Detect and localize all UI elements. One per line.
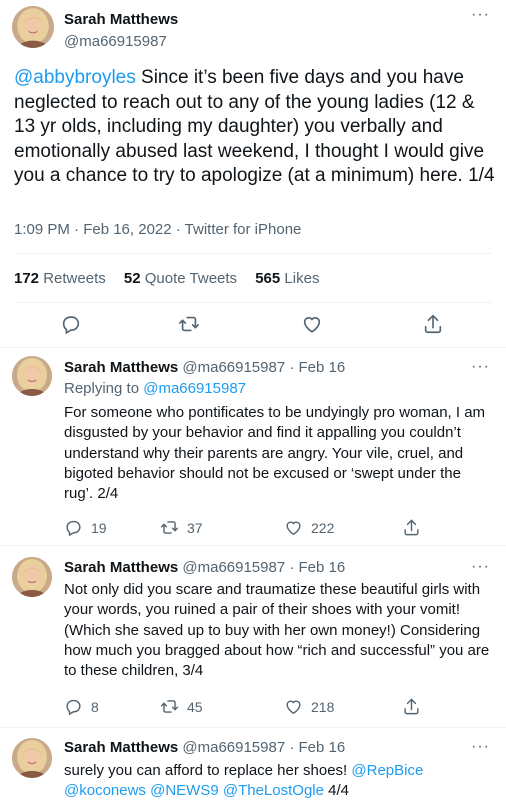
likes-count: 565 — [255, 270, 281, 287]
more-options-icon[interactable]: ··· — [471, 739, 490, 755]
mention-link[interactable]: @ma66915987 — [143, 380, 246, 397]
reply-icon[interactable] — [60, 313, 82, 335]
reply-text: For someone who pontificates to be undyi… — [64, 404, 486, 503]
retweet-action[interactable]: 37 — [160, 518, 203, 537]
retweet-icon — [160, 521, 179, 534]
retweet-action[interactable]: 45 — [160, 697, 203, 716]
reply-icon — [66, 699, 81, 716]
handle-date[interactable]: @ma66915987 · Feb 16 — [182, 739, 345, 756]
like-action[interactable]: 218 — [284, 697, 334, 716]
like-icon[interactable] — [301, 313, 323, 335]
more-options-icon[interactable]: ··· — [471, 7, 490, 23]
share-action[interactable] — [402, 697, 429, 716]
reply-action[interactable]: 8 — [64, 697, 99, 716]
tweet-stats: 172 Retweets 52 Quote Tweets 565 Likes — [14, 270, 333, 287]
like-count: 222 — [311, 519, 335, 536]
quotes-stat[interactable]: 52 Quote Tweets — [124, 270, 237, 287]
retweets-count: 172 — [14, 270, 40, 287]
author-name[interactable]: Sarah Matthews — [64, 739, 178, 756]
reply-text-suffix: 4/4 — [323, 782, 350, 800]
mention-link[interactable]: @abbybroyles — [14, 67, 136, 88]
reply-header: Sarah Matthews @ma66915987 · Feb 16 — [64, 739, 345, 756]
reply-count: 8 — [91, 698, 99, 715]
like-icon — [286, 521, 301, 536]
reply-count: 19 — [91, 519, 107, 536]
like-action[interactable]: 222 — [284, 518, 334, 537]
more-options-icon[interactable]: ··· — [471, 359, 490, 375]
reply-header: Sarah Matthews @ma66915987 · Feb 16 — [64, 359, 345, 376]
retweet-icon — [160, 700, 179, 713]
author-handle[interactable]: @ma66915987 — [64, 33, 167, 50]
share-icon — [404, 698, 419, 715]
avatar[interactable] — [12, 6, 54, 48]
reply-tweet[interactable]: Sarah Matthews @ma66915987 · Feb 16 ··· … — [0, 728, 506, 805]
more-options-icon[interactable]: ··· — [471, 559, 490, 575]
author-name[interactable]: Sarah Matthews — [64, 359, 178, 376]
handle-date[interactable]: @ma66915987 · Feb 16 — [182, 359, 345, 376]
replying-prefix: Replying to — [64, 380, 144, 397]
reply-icon — [66, 520, 81, 537]
main-tweet: Sarah Matthews @ma66915987 ··· @abbybroy… — [0, 0, 506, 348]
reply-header: Sarah Matthews @ma66915987 · Feb 16 — [64, 559, 345, 576]
replying-to: Replying to @ma66915987 — [64, 380, 246, 397]
author-name[interactable]: Sarah Matthews — [64, 11, 178, 28]
retweet-count: 37 — [187, 519, 203, 536]
retweets-label: Retweets — [43, 270, 106, 287]
likes-stat[interactable]: 565 Likes — [255, 270, 319, 287]
reply-tweet[interactable]: Sarah Matthews @ma66915987 · Feb 16 ··· … — [0, 348, 506, 546]
avatar[interactable] — [12, 356, 52, 396]
likes-label: Likes — [284, 270, 320, 287]
retweets-stat[interactable]: 172 Retweets — [14, 270, 106, 287]
like-icon — [286, 700, 301, 715]
handle-date[interactable]: @ma66915987 · Feb 16 — [182, 559, 345, 576]
quotes-label: Quote Tweets — [144, 270, 238, 287]
reply-action[interactable]: 19 — [64, 518, 107, 537]
reply-tweet[interactable]: Sarah Matthews @ma66915987 · Feb 16 ··· … — [0, 546, 506, 728]
mention-link[interactable]: @NEWS9 — [150, 782, 219, 799]
divider — [14, 302, 492, 303]
retweet-count: 45 — [187, 698, 203, 715]
tweet-meta[interactable]: 1:09 PM · Feb 16, 2022 · Twitter for iPh… — [14, 221, 301, 238]
divider — [14, 253, 492, 254]
reply-text: surely you can afford to replace her sho… — [64, 761, 494, 802]
quotes-count: 52 — [123, 270, 141, 287]
mention-link[interactable]: @RepBice — [351, 762, 423, 779]
like-count: 218 — [311, 698, 335, 715]
reply-text-prefix: surely you can afford to replace her sho… — [64, 762, 352, 779]
tweet-text: @abbybroyles Since it’s been five days a… — [14, 66, 496, 189]
share-icon[interactable] — [422, 313, 444, 335]
mention-link[interactable]: @koconews — [64, 782, 146, 799]
share-action[interactable] — [402, 518, 429, 537]
reply-text: Not only did you scare and traumatize th… — [64, 581, 490, 680]
author-name[interactable]: Sarah Matthews — [64, 559, 178, 576]
avatar[interactable] — [12, 557, 52, 597]
retweet-icon[interactable] — [178, 313, 200, 335]
share-icon — [404, 519, 419, 536]
mention-link[interactable]: @TheLostOgle — [223, 782, 324, 799]
avatar[interactable] — [12, 738, 52, 778]
